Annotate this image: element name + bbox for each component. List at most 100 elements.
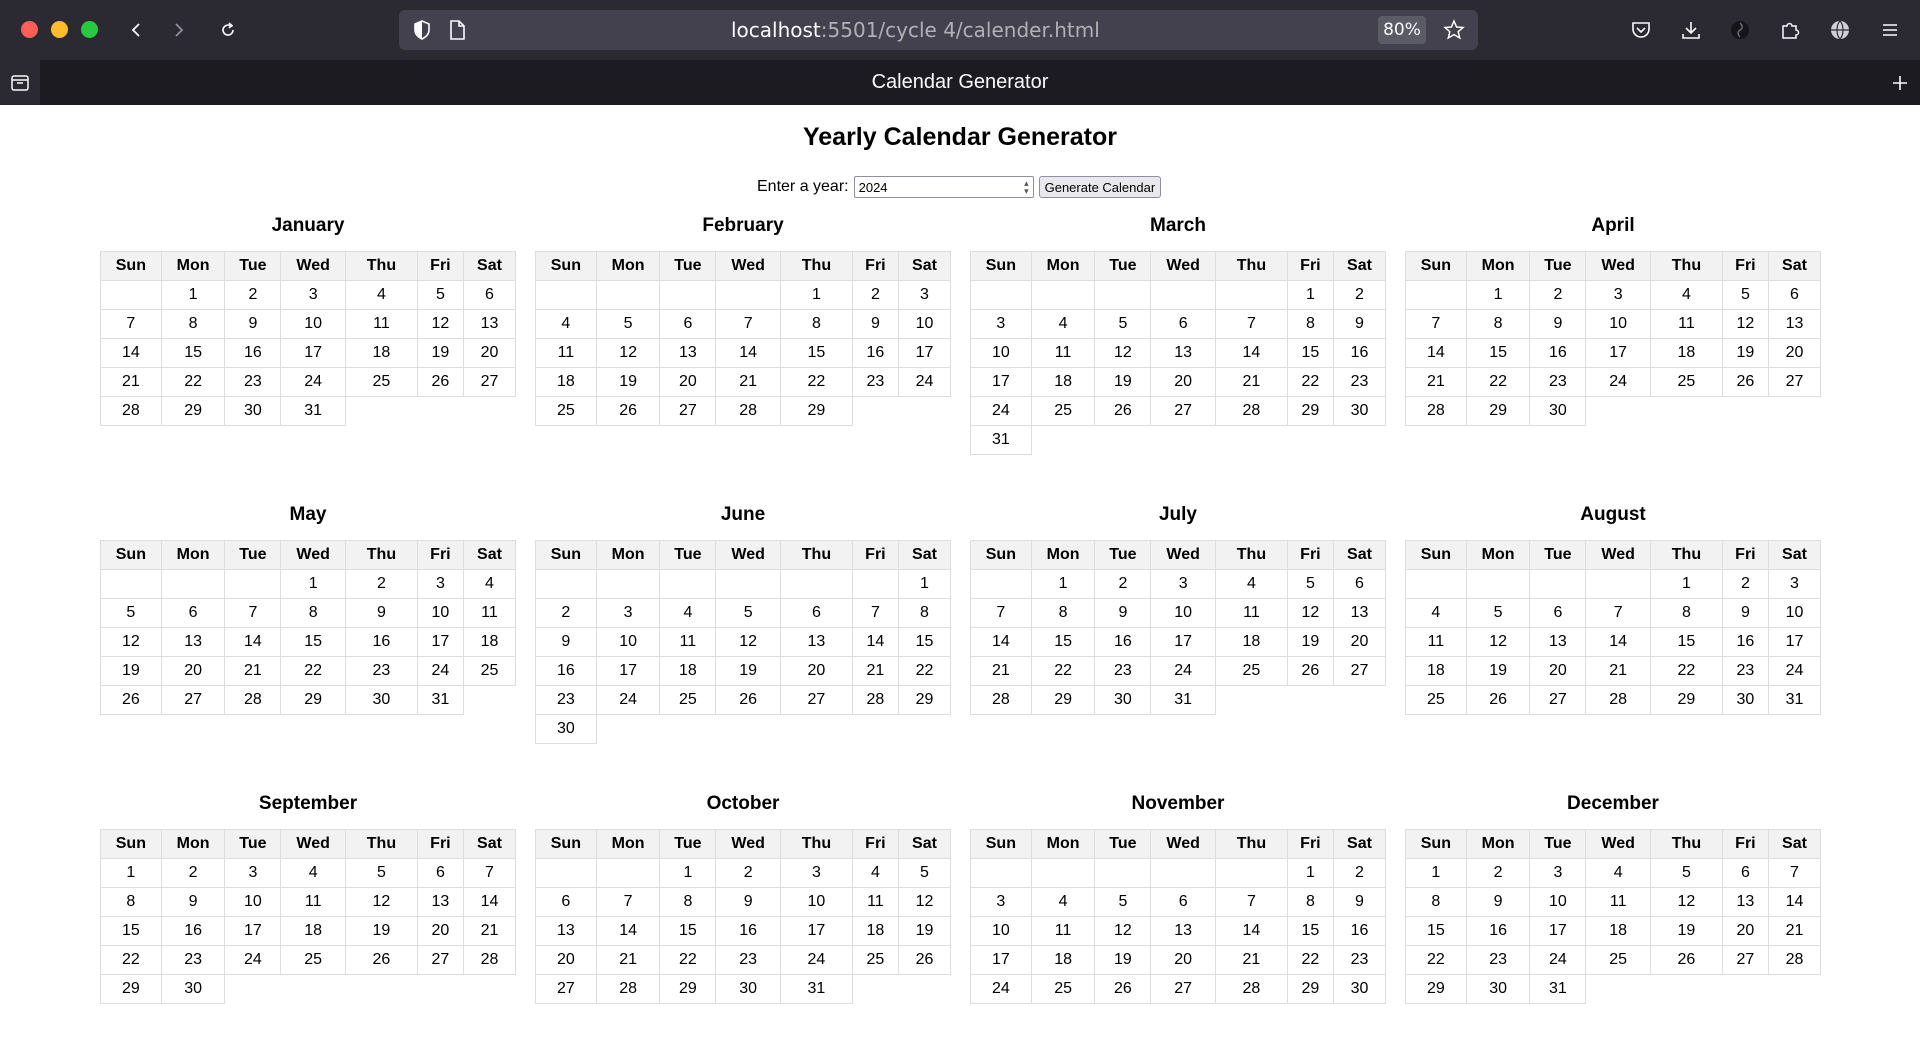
empty-day-cell xyxy=(1586,397,1651,426)
weekday-header: Thu xyxy=(1650,829,1723,859)
day-cell: 25 xyxy=(462,656,517,686)
address-bar[interactable]: localhost:5501/cycle 4/calender.html 80% xyxy=(399,10,1478,50)
day-cell: 10 xyxy=(1529,887,1587,917)
day-cell: 2 xyxy=(715,858,782,888)
day-cell: 1 xyxy=(1465,280,1531,310)
empty-day-cell xyxy=(659,280,717,310)
day-cell: 11 xyxy=(1585,887,1652,917)
minimize-window-button[interactable] xyxy=(51,21,68,38)
day-cell: 11 xyxy=(462,598,517,628)
weekday-header: Wed xyxy=(1585,829,1652,859)
week-row: 7 8 9 10 11 12 13 xyxy=(1405,309,1822,339)
back-icon[interactable] xyxy=(120,14,152,46)
maximize-window-button[interactable] xyxy=(81,21,98,38)
day-cell: 20 xyxy=(160,656,226,686)
empty-day-cell xyxy=(1150,280,1217,310)
weekday-header: Tue xyxy=(1529,540,1587,570)
day-cell: 15 xyxy=(1650,627,1723,657)
week-row: 4 5 6 7 8 9 10 xyxy=(1405,598,1822,628)
day-cell: 17 xyxy=(1150,627,1217,657)
day-cell: 27 xyxy=(1767,367,1822,397)
generate-calendar-button[interactable]: Generate Calendar xyxy=(1038,176,1162,198)
day-cell: 8 xyxy=(160,309,226,339)
empty-day-cell xyxy=(852,397,898,426)
day-cell: 28 xyxy=(851,685,899,715)
day-cell: 18 xyxy=(1030,945,1096,975)
weekday-header: Sun xyxy=(970,540,1032,570)
day-cell: 21 xyxy=(1215,945,1288,975)
tab-active-title[interactable]: Calendar Generator xyxy=(40,60,1880,105)
download-icon[interactable] xyxy=(1675,14,1707,46)
close-window-button[interactable] xyxy=(21,21,38,38)
week-row: 17 18 19 20 21 22 23 xyxy=(970,367,1387,397)
pocket-icon[interactable] xyxy=(1625,14,1657,46)
empty-day-cell xyxy=(1287,686,1333,715)
day-cell: 14 xyxy=(1405,338,1467,368)
weekday-header: Thu xyxy=(780,829,853,859)
day-cell: 24 xyxy=(1529,945,1587,975)
extensions-icon[interactable] xyxy=(1774,14,1806,46)
empty-day-cell xyxy=(1094,858,1152,888)
day-cell: 5 xyxy=(595,309,661,339)
weekday-header: Wed xyxy=(715,540,782,570)
weekday-header: Fri xyxy=(1721,251,1769,281)
day-cell: 11 xyxy=(1030,338,1096,368)
day-cell: 20 xyxy=(780,656,853,686)
empty-day-cell xyxy=(100,569,162,599)
day-cell: 22 xyxy=(780,367,853,397)
year-label: Enter a year: xyxy=(757,178,849,195)
day-cell: 23 xyxy=(224,367,282,397)
day-cell: 9 xyxy=(1332,887,1387,917)
day-cell: 17 xyxy=(595,656,661,686)
week-row: 2345678 xyxy=(535,598,952,628)
week-row: 12 xyxy=(970,858,1387,888)
year-input[interactable]: 2024 ▴ ▾ xyxy=(853,176,1034,198)
account-icon[interactable] xyxy=(1724,14,1756,46)
day-cell: 29 xyxy=(1030,685,1096,715)
day-cell: 14 xyxy=(1767,887,1822,917)
day-cell: 29 xyxy=(897,685,952,715)
bookmark-star-icon[interactable] xyxy=(1443,19,1465,46)
day-cell: 27 xyxy=(535,974,597,1004)
day-cell: 1 xyxy=(1405,858,1467,888)
reload-icon[interactable] xyxy=(212,14,244,46)
day-cell: 19 xyxy=(715,656,782,686)
day-cell: 19 xyxy=(1650,916,1723,946)
week-row: 13 14 15 16 17 18 19 xyxy=(535,916,952,946)
zoom-indicator[interactable]: 80% xyxy=(1378,16,1426,44)
day-cell: 23 xyxy=(1094,656,1152,686)
day-cell: 6 xyxy=(1150,309,1217,339)
week-row: 12345 xyxy=(535,858,952,888)
empty-day-cell xyxy=(1405,280,1467,310)
day-cell: 26 xyxy=(1094,396,1152,426)
menu-icon[interactable] xyxy=(1874,14,1906,46)
forward-icon[interactable] xyxy=(163,14,195,46)
weekday-header: Sat xyxy=(462,829,517,859)
day-cell: 18 xyxy=(280,916,347,946)
day-cell: 9 xyxy=(1332,309,1387,339)
month-table: Sun Mon Tue Wed Thu Fri Sat 1 2 3 4 5 6 7 8 9 10 11 12 13 14… xyxy=(100,251,517,426)
day-cell: 13 xyxy=(416,887,464,917)
day-cell: 8 xyxy=(1650,598,1723,628)
weekday-header: Thu xyxy=(1215,540,1288,570)
day-cell: 25 xyxy=(280,945,347,975)
url-text[interactable]: localhost:5501/cycle 4/calender.html xyxy=(731,10,1100,50)
day-cell: 9 xyxy=(1721,598,1769,628)
day-cell: 23 xyxy=(345,656,418,686)
day-cell: 16 xyxy=(1721,627,1769,657)
day-cell: 5 xyxy=(416,280,464,310)
day-cell: 18 xyxy=(462,627,517,657)
new-tab-icon[interactable] xyxy=(1880,60,1920,105)
day-cell: 11 xyxy=(345,309,418,339)
shield-icon[interactable] xyxy=(411,18,433,47)
day-cell: 29 xyxy=(1405,974,1467,1004)
page-icon[interactable] xyxy=(448,19,466,46)
weekday-header: Tue xyxy=(224,540,282,570)
day-cell: 13 xyxy=(160,627,226,657)
tab-list-icon[interactable] xyxy=(0,60,40,105)
number-spinner-icon[interactable]: ▴ ▾ xyxy=(1024,179,1029,196)
day-cell: 21 xyxy=(100,367,162,397)
day-cell: 6 xyxy=(1332,569,1387,599)
globe-icon[interactable] xyxy=(1824,14,1856,46)
empty-day-cell xyxy=(1333,686,1385,715)
